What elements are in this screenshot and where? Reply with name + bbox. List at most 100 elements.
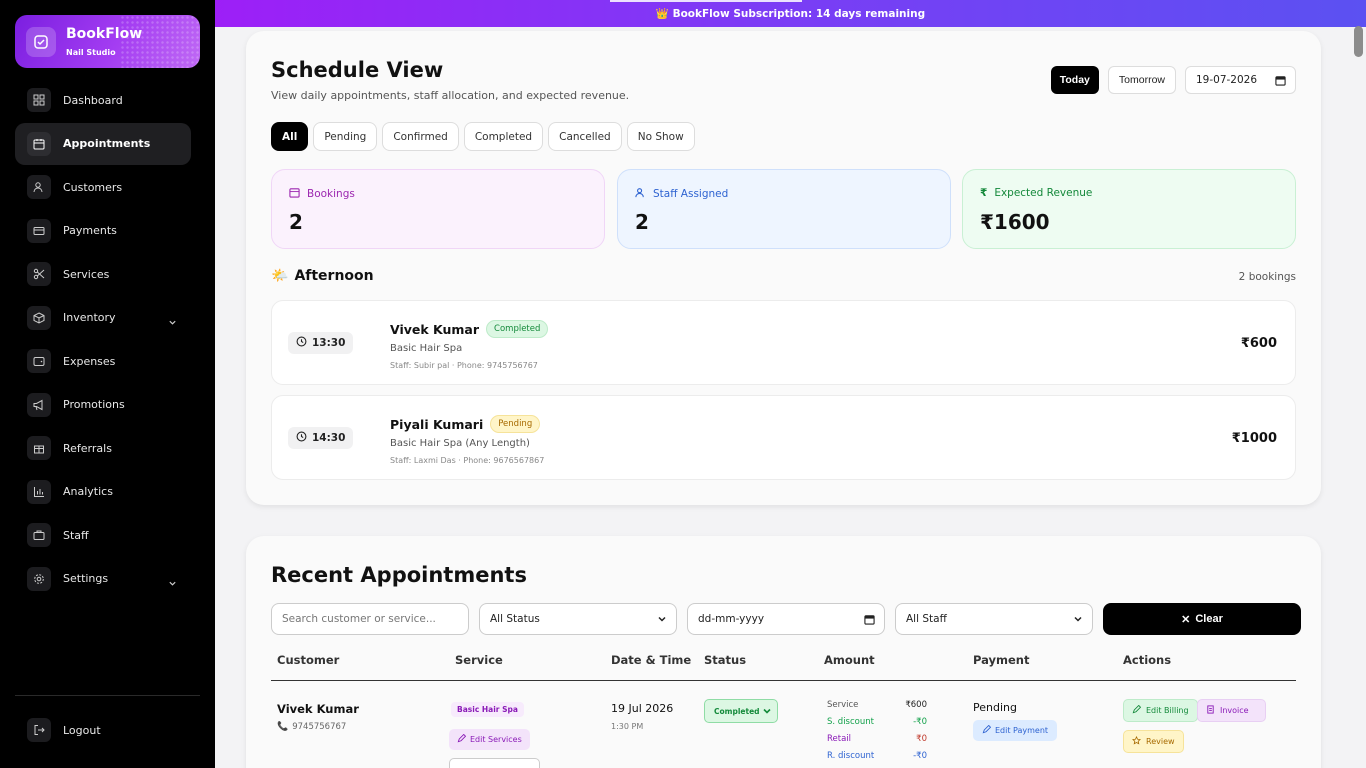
edit-payment-button[interactable]: Edit Payment [973, 720, 1058, 741]
amount-line: Service ₹600 [827, 700, 927, 717]
pencil-icon [982, 724, 992, 736]
calendar-icon[interactable] [864, 614, 875, 628]
status-dropdown[interactable]: Completed [704, 699, 778, 723]
filter-chip-cancelled[interactable]: Cancelled [548, 122, 622, 151]
sidebar-item-label: Referrals [63, 441, 112, 455]
filter-chip-confirmed[interactable]: Confirmed [382, 122, 459, 151]
status-select[interactable]: All Status [479, 603, 677, 635]
date-filter-input[interactable]: dd-mm-yyyy [687, 603, 885, 635]
edit-services-label: Edit Services [470, 735, 522, 744]
column-header-actions: Actions [1123, 653, 1172, 667]
banner-tab-indicator [610, 0, 802, 2]
sidebar-item-label: Payments [63, 224, 117, 237]
row-customer-name: Vivek Kumar [277, 702, 359, 716]
appointment-name-row: Vivek Kumar Completed [390, 320, 549, 338]
sidebar-item-services[interactable]: Services [15, 253, 191, 295]
edit-services-button[interactable]: Edit Services [449, 729, 530, 750]
staff-select-value: All Staff [906, 613, 947, 625]
subscription-banner-text: 👑 BookFlow Subscription: 14 days remaini… [655, 8, 926, 20]
sidebar-item-promotions[interactable]: Promotions [15, 384, 191, 426]
section-booking-count: 2 bookings [1238, 271, 1296, 283]
appointment-time: 14:30 [288, 427, 354, 449]
sidebar-item-expenses[interactable]: Expenses [15, 340, 191, 382]
staff-select[interactable]: All Staff [895, 603, 1093, 635]
chevron-down-icon[interactable] [168, 573, 177, 592]
revenue-stat-label-row: ₹ Expected Revenue [980, 187, 1092, 199]
clear-filters-button[interactable]: ✕ Clear [1103, 603, 1301, 635]
filter-chip-all[interactable]: All [271, 122, 309, 151]
subscription-banner: 👑 BookFlow Subscription: 14 days remaini… [215, 0, 1366, 27]
chevron-down-icon [1073, 614, 1083, 627]
logout-button[interactable]: Logout [15, 709, 191, 751]
sidebar-item-customers[interactable]: Customers [15, 166, 191, 208]
status-filter-chips: All Pending Confirmed Completed Cancelle… [271, 122, 695, 151]
appointment-amount: ₹600 [1240, 336, 1277, 351]
calendar-icon[interactable] [1275, 75, 1286, 89]
chevron-down-icon [657, 614, 667, 627]
sidebar-item-label: Promotions [63, 398, 125, 411]
page-scrollbar-thumb[interactable] [1354, 26, 1363, 57]
staff-stat-card: Staff Assigned 2 [617, 169, 951, 249]
staff-select-dropdown[interactable] [449, 758, 540, 768]
recent-appointments-card: Recent Appointments Search customer or s… [246, 536, 1321, 768]
filter-chip-no-show[interactable]: No Show [626, 122, 695, 151]
staff-stat-label: Staff Assigned [653, 188, 729, 200]
edit-billing-button[interactable]: Edit Billing [1123, 699, 1198, 722]
invoice-button[interactable]: Invoice [1197, 699, 1266, 722]
status-dropdown-value: Completed [714, 706, 760, 716]
appointment-customer-name: Piyali Kumari [390, 416, 484, 432]
afternoon-section-heading: 🌤️ Afternoon [271, 268, 374, 284]
row-time: 1:30 PM [611, 722, 644, 731]
section-title: Afternoon [294, 268, 374, 284]
column-header-service: Service [455, 653, 503, 667]
payment-status: Pending [973, 701, 1017, 714]
search-input[interactable]: Search customer or service... [271, 603, 469, 635]
amount-line: Retail ₹0 [827, 734, 927, 751]
sidebar-item-settings[interactable]: Settings [15, 558, 191, 600]
sidebar-item-staff[interactable]: Staff [15, 514, 191, 556]
sidebar-item-inventory[interactable]: Inventory [15, 297, 191, 339]
sidebar-item-referrals[interactable]: Referrals [15, 427, 191, 469]
filter-chip-pending[interactable]: Pending [313, 122, 378, 151]
dashboard-icon [27, 88, 51, 112]
bookings-stat-value: 2 [289, 210, 303, 234]
amount-key: R. discount [827, 751, 875, 761]
amount-key: S. discount [827, 717, 874, 727]
appointment-time-text: 13:30 [312, 337, 346, 349]
chevron-down-icon[interactable] [168, 312, 177, 331]
amount-value: -₹0 [913, 751, 927, 761]
sidebar-item-analytics[interactable]: Analytics [15, 471, 191, 513]
column-header-status: Status [704, 653, 747, 667]
appointment-card[interactable]: 13:30 Vivek Kumar Completed Basic Hair S… [271, 300, 1296, 385]
chevron-down-icon [762, 706, 772, 718]
amount-line: S. discount -₹0 [827, 717, 927, 734]
sidebar-item-appointments[interactable]: Appointments [15, 122, 191, 165]
today-button[interactable]: Today [1050, 66, 1099, 94]
sidebar-divider [15, 695, 200, 696]
section-title: Recent Appointments [271, 563, 527, 587]
phone-icon: 📞 [277, 722, 289, 732]
sidebar-item-label: Expenses [63, 354, 116, 368]
clear-label: Clear [1195, 613, 1223, 625]
review-button[interactable]: Review [1123, 730, 1184, 753]
appointment-card[interactable]: 14:30 Piyali Kumari Pending Basic Hair S… [271, 395, 1296, 480]
calendar-icon [289, 187, 300, 201]
chart-icon [27, 479, 51, 504]
row-phone-text: 9745756767 [292, 722, 347, 732]
column-header-amount: Amount [824, 653, 875, 667]
filter-chip-completed[interactable]: Completed [463, 122, 544, 151]
appointment-time-text: 14:30 [312, 432, 346, 444]
revenue-stat-value: ₹1600 [980, 210, 1050, 234]
brand-name: BookFlow [66, 26, 143, 42]
schedule-date-input[interactable]: 19-07-2026 [1185, 66, 1296, 94]
amount-key: Retail [827, 734, 852, 744]
appointment-time: 13:30 [288, 332, 354, 354]
bookings-stat-label: Bookings [307, 188, 355, 200]
sidebar-item-dashboard[interactable]: Dashboard [15, 79, 191, 121]
staff-stat-value: 2 [635, 210, 649, 234]
tomorrow-button[interactable]: Tomorrow [1107, 66, 1176, 94]
sidebar-item-payments[interactable]: Payments [15, 210, 191, 252]
recent-filters: Search customer or service... All Status… [271, 603, 1301, 635]
table-header: Customer Service Date & Time Status Amou… [271, 653, 1296, 681]
brand-card[interactable]: BookFlow Nail Studio [15, 15, 200, 68]
